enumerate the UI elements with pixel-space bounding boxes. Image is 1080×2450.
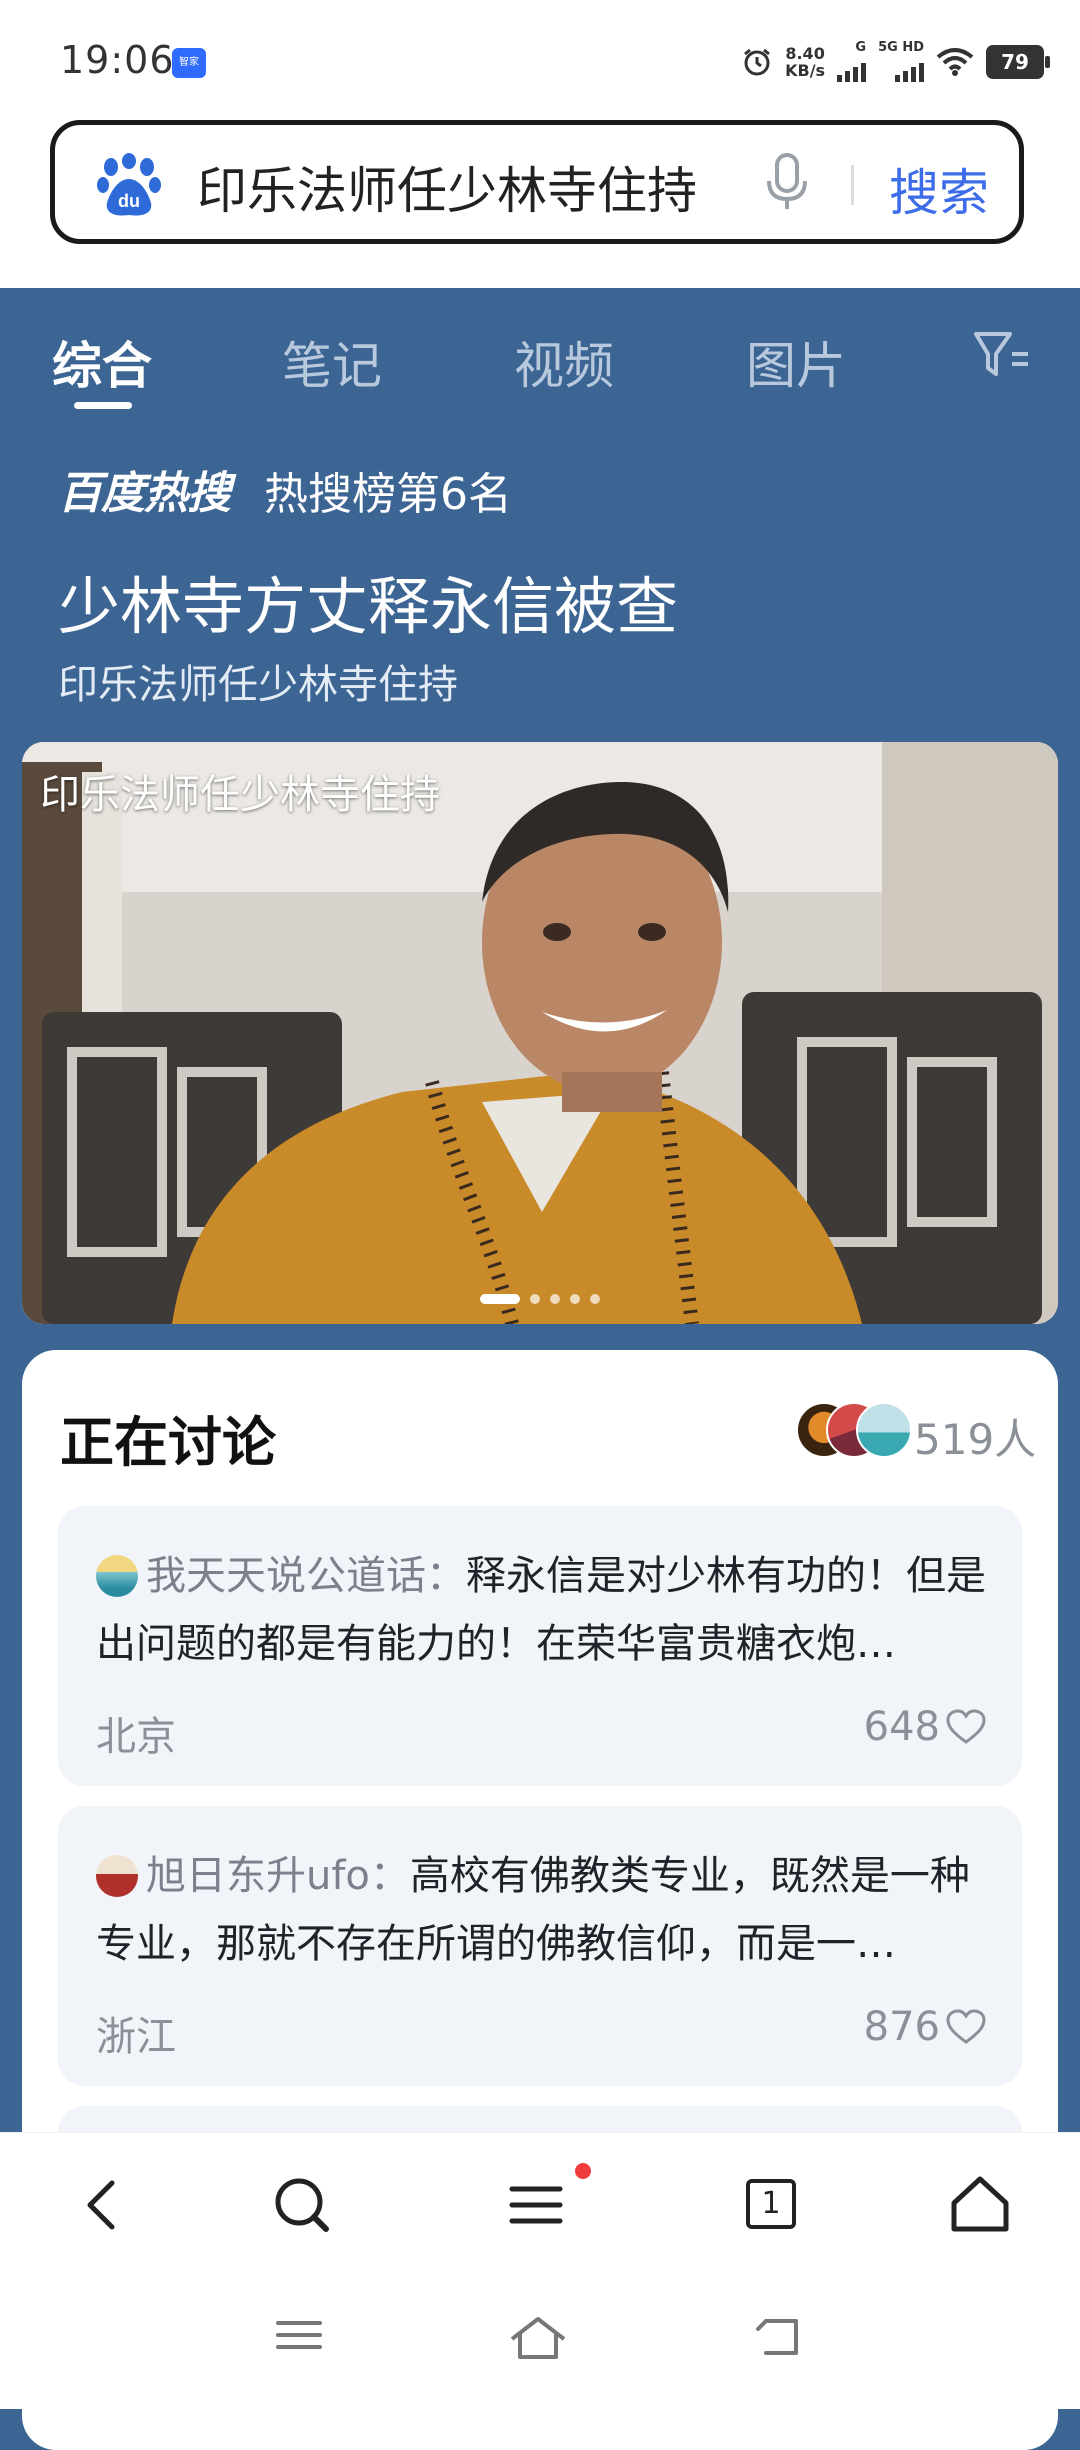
system-home-icon[interactable] [508, 2315, 568, 2361]
carousel-dot [550, 1294, 560, 1304]
hot-search-rank: 热搜榜第6名 [264, 469, 512, 520]
microphone-icon[interactable] [761, 153, 813, 213]
participant-avatars[interactable] [796, 1402, 916, 1458]
notification-dot [575, 2163, 591, 2179]
signal-2-icon [895, 54, 924, 82]
hot-subheadline[interactable]: 印乐法师任少林寺住持 [58, 652, 458, 710]
avatar [856, 1402, 912, 1458]
menu-icon[interactable] [506, 2173, 566, 2237]
comment-username[interactable]: 我天天说公道话： [146, 1553, 466, 1599]
comment-location: 浙江 [96, 2014, 176, 2060]
carousel-dot [590, 1294, 600, 1304]
hot-headline[interactable]: 少林寺方丈释永信被查 [58, 556, 678, 646]
signal-1-icon [837, 54, 867, 82]
heart-icon [946, 2009, 986, 2044]
search-icon[interactable] [270, 2173, 334, 2237]
tab-comprehensive[interactable]: 综合 [52, 326, 152, 398]
carousel-indicator [22, 1294, 1058, 1304]
comment-username[interactable]: 旭日东升ufo： [146, 1853, 410, 1899]
browser-bottom-bar: 1 [0, 2132, 1080, 2409]
carousel-dot [570, 1294, 580, 1304]
news-photo-carousel[interactable]: 印乐法师任少林寺住持 [22, 742, 1058, 1324]
top-header: 19:06 智家 8.40 KB/s G 5G HD 79 du 印乐法师任少林… [0, 0, 1080, 288]
photo-caption: 印乐法师任少林寺住持 [40, 772, 440, 818]
status-icons: 8.40 KB/s G 5G HD 79 [741, 36, 1050, 88]
network-5g-label: 5G HD [878, 40, 924, 55]
network-g-label: G [855, 40, 867, 55]
tabs-count-button[interactable]: 1 [746, 2179, 796, 2229]
app-notification-icon: 智家 [172, 48, 206, 78]
like-count: 876 [863, 2004, 940, 2050]
back-icon[interactable] [74, 2173, 134, 2237]
hot-search-brand: 百度热搜 [58, 468, 231, 519]
network-speed: 8.40 KB/s [785, 44, 826, 80]
active-tab-indicator [74, 402, 132, 409]
participant-count: 519人 [914, 1415, 1037, 1464]
comment-item[interactable]: 旭日东升ufo：高校有佛教类专业，既然是一种专业，那就不存在所谓的佛教信仰，而是… [58, 1806, 1022, 2086]
user-avatar[interactable] [96, 1555, 138, 1597]
tab-videos[interactable]: 视频 [514, 326, 614, 398]
baidu-paw-logo: du [97, 153, 161, 216]
carousel-dot [530, 1294, 540, 1304]
wifi-icon [936, 48, 974, 76]
filter-icon[interactable] [972, 328, 1032, 382]
search-input[interactable]: 印乐法师任少林寺住持 [197, 151, 697, 223]
result-tabs: 综合 笔记 视频 图片 [0, 320, 1080, 410]
svg-text:du: du [118, 191, 140, 211]
tab-images[interactable]: 图片 [746, 326, 846, 398]
carousel-dot-active [480, 1294, 520, 1304]
user-avatar[interactable] [96, 1855, 138, 1897]
like-count: 648 [863, 1704, 940, 1750]
comment-location: 北京 [96, 1714, 176, 1760]
like-button[interactable]: 876 [864, 2004, 986, 2050]
search-bar[interactable]: du 印乐法师任少林寺住持 搜索 [50, 120, 1024, 244]
like-button[interactable]: 648 [864, 1704, 986, 1750]
comment-item[interactable]: 我天天说公道话：释永信是对少林有功的！但是出问题的都是有能力的！在荣华富贵糖衣炮… [58, 1506, 1022, 1786]
battery-icon: 79 [986, 45, 1050, 79]
system-back-icon[interactable] [752, 2315, 806, 2359]
system-recents-icon[interactable] [274, 2315, 324, 2355]
alarm-icon [744, 48, 771, 76]
tab-notes[interactable]: 笔记 [282, 326, 382, 398]
home-icon[interactable] [948, 2173, 1012, 2237]
status-time: 19:06 [60, 38, 175, 82]
monk-photo-image [22, 742, 1058, 1324]
search-button[interactable]: 搜索 [889, 153, 989, 225]
heart-icon [946, 1709, 986, 1744]
discussion-title: 正在讨论 [60, 1411, 276, 1474]
search-divider [851, 165, 854, 205]
